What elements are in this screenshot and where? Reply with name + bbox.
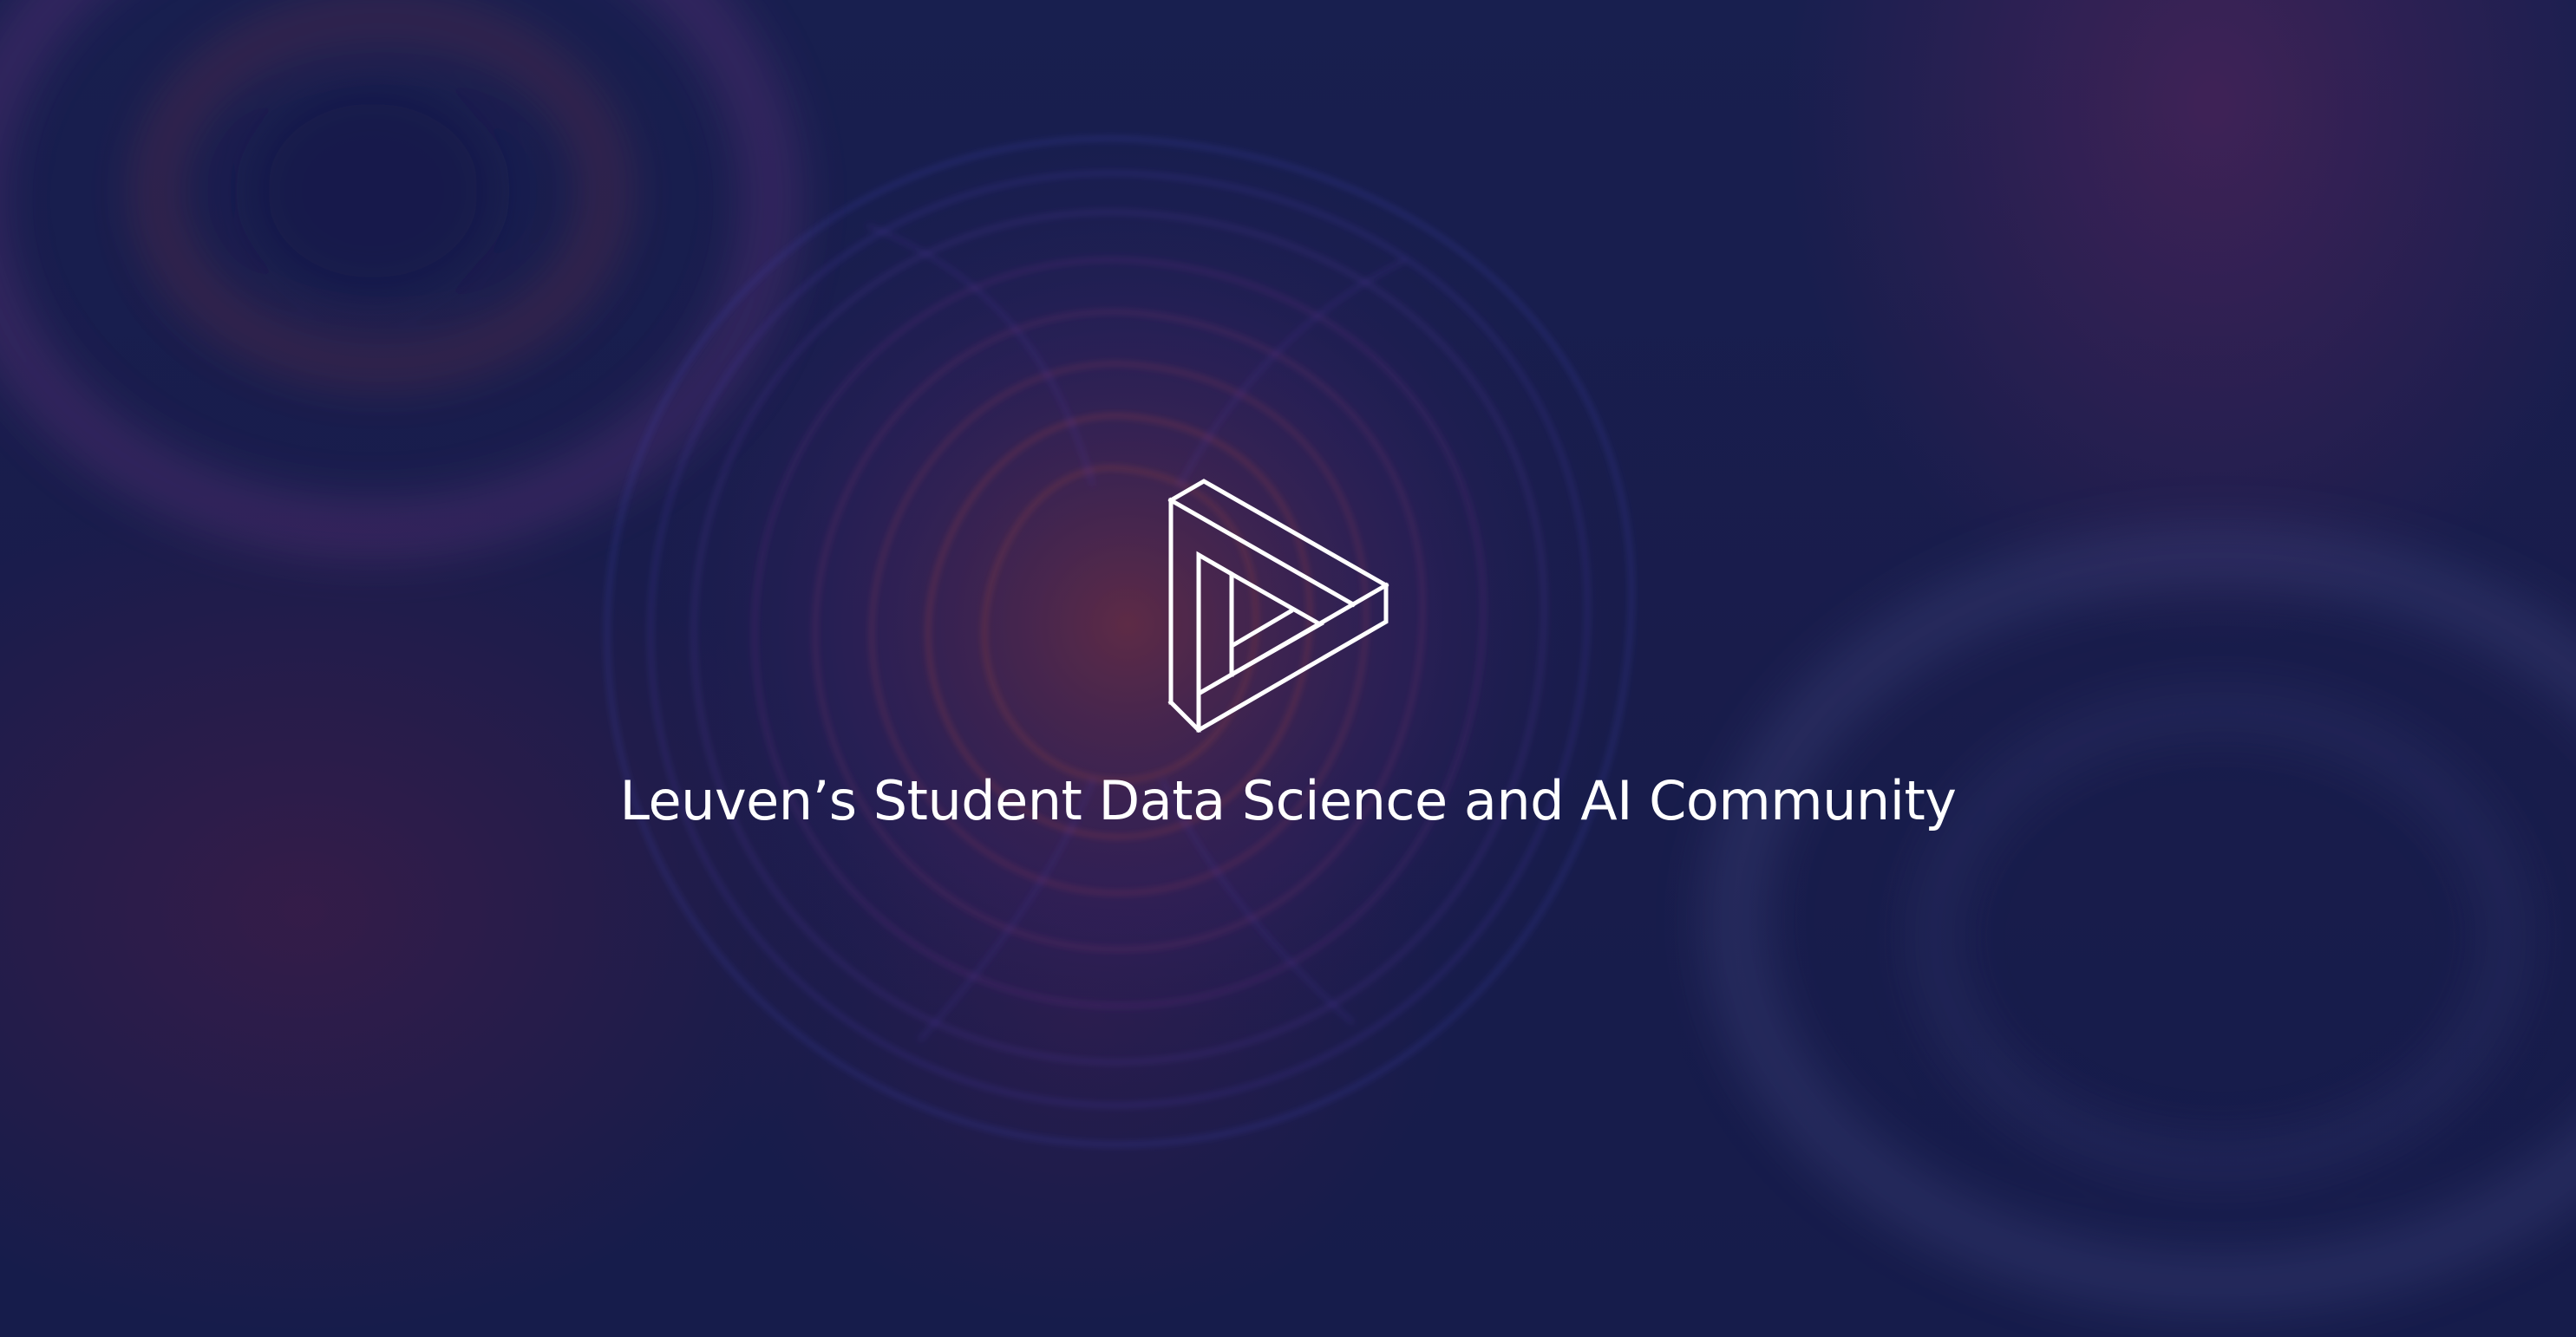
tagline: Leuven’s Student Data Science and AI Com… [619, 769, 1957, 832]
penrose-triangle-play-icon [1167, 479, 1389, 733]
hero-section: Leuven’s Student Data Science and AI Com… [0, 0, 2576, 1337]
